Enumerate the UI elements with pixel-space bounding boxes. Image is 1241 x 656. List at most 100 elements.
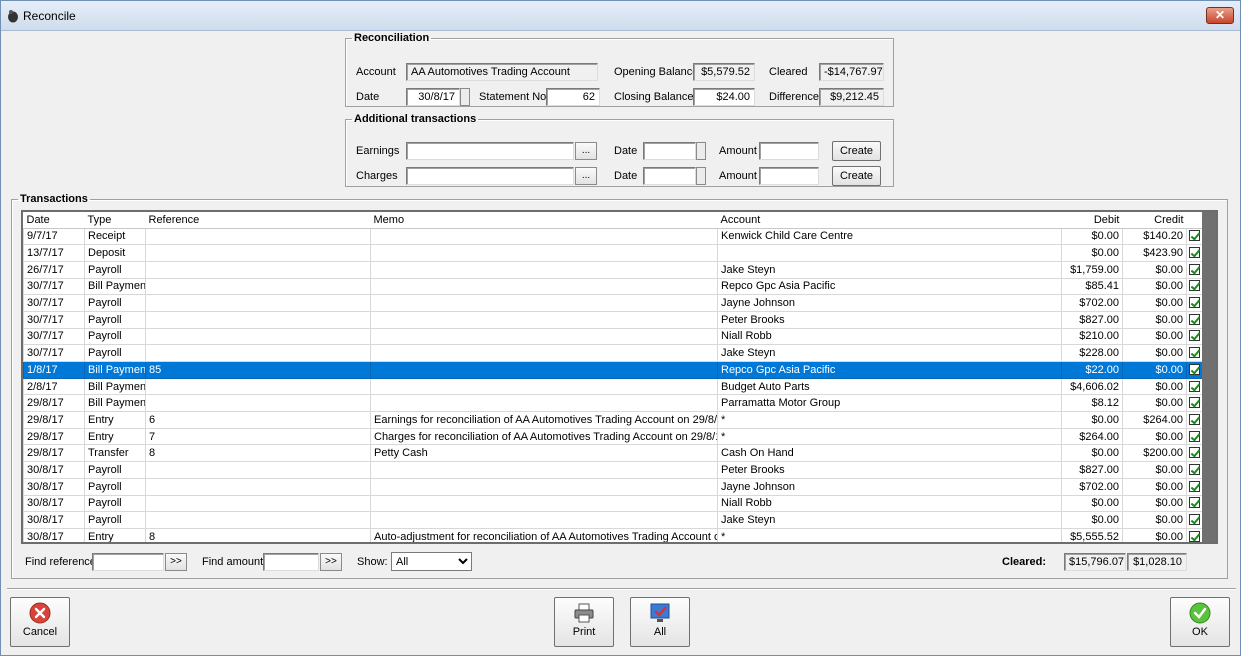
table-row[interactable]: 30/8/17 Entry 8 Auto-adjustment for reconci… [23, 528, 1205, 542]
cleared-checkbox[interactable] [1189, 313, 1200, 325]
table-row[interactable]: 2/8/17 Bill Payment Budget Auto Parts $4,60… [23, 378, 1205, 396]
earnings-amount-field[interactable] [759, 142, 819, 160]
earnings-browse-button[interactable]: ... [575, 142, 597, 160]
select-all-icon [650, 603, 670, 622]
cleared-checkbox[interactable] [1189, 330, 1200, 342]
row-memo: Earnings for reconciliation of AA Automo… [370, 411, 718, 429]
cleared-checkbox[interactable] [1189, 397, 1200, 409]
cleared-checkbox[interactable] [1189, 514, 1200, 526]
row-account: Parramatta Motor Group [717, 394, 1062, 413]
row-reference: 8 [145, 444, 371, 463]
create-charges-button[interactable]: Create [832, 166, 881, 186]
row-type: Deposit [84, 244, 146, 262]
all-button[interactable]: All [630, 597, 690, 647]
row-account: Cash On Hand [717, 444, 1062, 463]
charges-browse-button[interactable]: ... [575, 167, 597, 185]
table-row[interactable]: 29/8/17 Entry 6 Earnings for reconciliation… [23, 411, 1205, 429]
table-row[interactable]: 13/7/17 Deposit $0.00 $423.90 [23, 244, 1205, 262]
vertical-scrollbar[interactable] [1202, 212, 1216, 542]
column-header-type[interactable]: Type [84, 212, 146, 229]
find-amount-label: Find amount: [202, 556, 267, 568]
cleared-checkbox[interactable] [1189, 230, 1200, 242]
cleared-checkbox[interactable] [1189, 413, 1200, 425]
find-amount-field[interactable] [263, 553, 319, 571]
statement-no-field[interactable]: 62 [546, 88, 600, 106]
date-spinner[interactable] [460, 88, 470, 106]
table-row[interactable]: 26/7/17 Payroll Jake Steyn $1,759.00 $0.00 [23, 261, 1205, 279]
row-credit: $0.00 [1122, 428, 1187, 446]
transactions-grid[interactable]: Date Type Reference Memo Account Debit C… [21, 210, 1218, 544]
table-row[interactable]: 29/8/17 Transfer 8 Petty Cash Cash On Hand $0… [23, 444, 1205, 463]
table-row[interactable]: 30/8/17 Payroll Niall Robb $0.00 $0.00 [23, 495, 1205, 513]
table-row[interactable]: 30/7/17 Payroll Niall Robb $210.00 $0.00 [23, 328, 1205, 346]
show-filter-select[interactable]: All [391, 552, 472, 571]
cleared-checkbox[interactable] [1189, 297, 1200, 309]
row-debit: $0.00 [1061, 411, 1123, 429]
column-header-debit[interactable]: Debit [1061, 212, 1123, 229]
find-reference-field[interactable] [92, 553, 164, 571]
cleared-checkbox[interactable] [1189, 347, 1200, 359]
close-button[interactable]: ✕ [1206, 7, 1234, 24]
row-type: Payroll [84, 311, 146, 329]
charges-date-label: Date [614, 170, 638, 182]
cleared-checkbox[interactable] [1189, 380, 1200, 392]
cleared-checkbox[interactable] [1189, 463, 1200, 475]
table-row[interactable]: 30/7/17 Payroll Jayne Johnson $702.00 $0.00 [23, 294, 1205, 312]
table-row[interactable]: 30/8/17 Payroll Peter Brooks $827.00 $0.00 [23, 461, 1205, 479]
date-field[interactable]: 30/8/17 [406, 88, 460, 106]
column-header-date[interactable]: Date [23, 212, 85, 229]
charges-date-spinner[interactable] [696, 167, 706, 185]
row-credit: $264.00 [1122, 411, 1187, 429]
table-row[interactable]: 30/8/17 Payroll Jayne Johnson $702.00 $0.00 [23, 478, 1205, 496]
column-header-credit[interactable]: Credit [1122, 212, 1187, 229]
cleared-checkbox[interactable] [1189, 447, 1200, 459]
create-earnings-button[interactable]: Create [832, 141, 881, 161]
row-memo [370, 294, 718, 312]
charges-date-field[interactable] [643, 167, 696, 185]
cleared-checkbox[interactable] [1189, 363, 1200, 375]
row-type: Payroll [84, 511, 146, 529]
cleared-checkbox[interactable] [1189, 480, 1200, 492]
earnings-date-field[interactable] [643, 142, 696, 160]
row-reference [145, 378, 371, 396]
row-reference: 85 [145, 361, 371, 379]
cleared-checkbox[interactable] [1189, 430, 1200, 442]
row-type: Payroll [84, 495, 146, 513]
ok-button[interactable]: OK [1170, 597, 1230, 647]
column-header-reference[interactable]: Reference [145, 212, 371, 229]
row-account: * [717, 411, 1062, 429]
table-row[interactable]: 9/7/17 Receipt Kenwick Child Care Centre $0… [23, 228, 1205, 246]
cleared-checkbox[interactable] [1189, 280, 1200, 292]
table-row[interactable]: 29/8/17 Bill Payment Parramatta Motor Grou… [23, 394, 1205, 413]
find-amount-go-button[interactable]: >> [320, 553, 342, 571]
column-header-memo[interactable]: Memo [370, 212, 718, 229]
reconciliation-legend: Reconciliation [354, 32, 430, 44]
print-button[interactable]: Print [554, 597, 614, 647]
table-row[interactable]: 1/8/17 Bill Payment 85 Repco Gpc Asia Pacif… [23, 361, 1205, 379]
table-row[interactable]: 30/8/17 Payroll Jake Steyn $0.00 $0.00 [23, 511, 1205, 529]
find-reference-go-button[interactable]: >> [165, 553, 187, 571]
table-row[interactable]: 30/7/17 Payroll Jake Steyn $228.00 $0.00 [23, 344, 1205, 362]
charges-amount-field[interactable] [759, 167, 819, 185]
row-memo: Charges for reconciliation of AA Automot… [370, 428, 718, 446]
closing-balance-field[interactable]: $24.00 [693, 88, 755, 106]
row-debit: $827.00 [1061, 311, 1123, 329]
cancel-button[interactable]: Cancel [10, 597, 70, 647]
row-account: * [717, 428, 1062, 446]
column-header-account[interactable]: Account [717, 212, 1062, 229]
earnings-date-spinner[interactable] [696, 142, 706, 160]
table-row[interactable]: 29/8/17 Entry 7 Charges for reconciliation … [23, 428, 1205, 446]
row-account: Niall Robb [717, 495, 1062, 513]
table-row[interactable]: 30/7/17 Payroll Peter Brooks $827.00 $0.00 [23, 311, 1205, 329]
cleared-checkbox[interactable] [1189, 263, 1200, 275]
transactions-table: Date Type Reference Memo Account Debit C… [23, 212, 1205, 542]
table-row[interactable]: 30/7/17 Bill Payment Repco Gpc Asia Pacifi… [23, 278, 1205, 296]
cleared-checkbox[interactable] [1189, 247, 1200, 259]
row-reference: 6 [145, 411, 371, 429]
account-label: Account [356, 66, 396, 78]
earnings-field[interactable] [406, 142, 574, 160]
charges-field[interactable] [406, 167, 574, 185]
cleared-checkbox[interactable] [1189, 497, 1200, 509]
row-debit: $702.00 [1061, 478, 1123, 496]
cleared-checkbox[interactable] [1189, 530, 1200, 542]
